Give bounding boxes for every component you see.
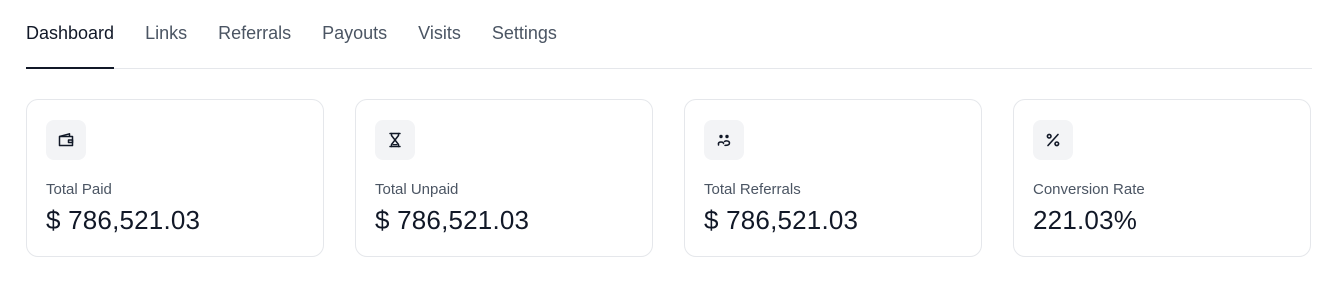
tab-dashboard[interactable]: Dashboard (26, 0, 115, 69)
stat-label: Total Paid (46, 181, 112, 198)
stat-value: $ 786,521.03 (46, 205, 201, 235)
stat-value: $ 786,521.03 (375, 205, 530, 235)
stat-label: Conversion Rate (1033, 181, 1145, 198)
stats-cards: Total Paid $ 786,521.03 Total Unpaid $ 7… (26, 99, 1312, 257)
stat-value: 221.03% (1033, 205, 1138, 235)
stat-card-total-referrals: Total Referrals $ 786,521.03 (684, 99, 982, 257)
affiliate-dashboard: Dashboard Links Referrals Payouts Visits… (0, 0, 1344, 286)
stat-card-conversion-rate: Conversion Rate 221.03% (1013, 99, 1311, 257)
tab-payouts[interactable]: Payouts (322, 0, 387, 68)
tab-visits[interactable]: Visits (418, 0, 461, 68)
stat-label: Total Unpaid (375, 181, 459, 198)
stat-card-total-paid: Total Paid $ 786,521.03 (26, 99, 324, 257)
tab-settings[interactable]: Settings (492, 0, 557, 68)
tab-referrals[interactable]: Referrals (218, 0, 291, 68)
percent-icon (1033, 120, 1073, 160)
stat-value: $ 786,521.03 (704, 205, 859, 235)
tab-links[interactable]: Links (145, 0, 187, 68)
stat-label: Total Referrals (704, 181, 801, 198)
hourglass-icon (375, 120, 415, 160)
stat-card-total-unpaid: Total Unpaid $ 786,521.03 (355, 99, 653, 257)
wallet-icon (46, 120, 86, 160)
users-icon (704, 120, 744, 160)
tab-bar: Dashboard Links Referrals Payouts Visits… (26, 0, 1312, 69)
